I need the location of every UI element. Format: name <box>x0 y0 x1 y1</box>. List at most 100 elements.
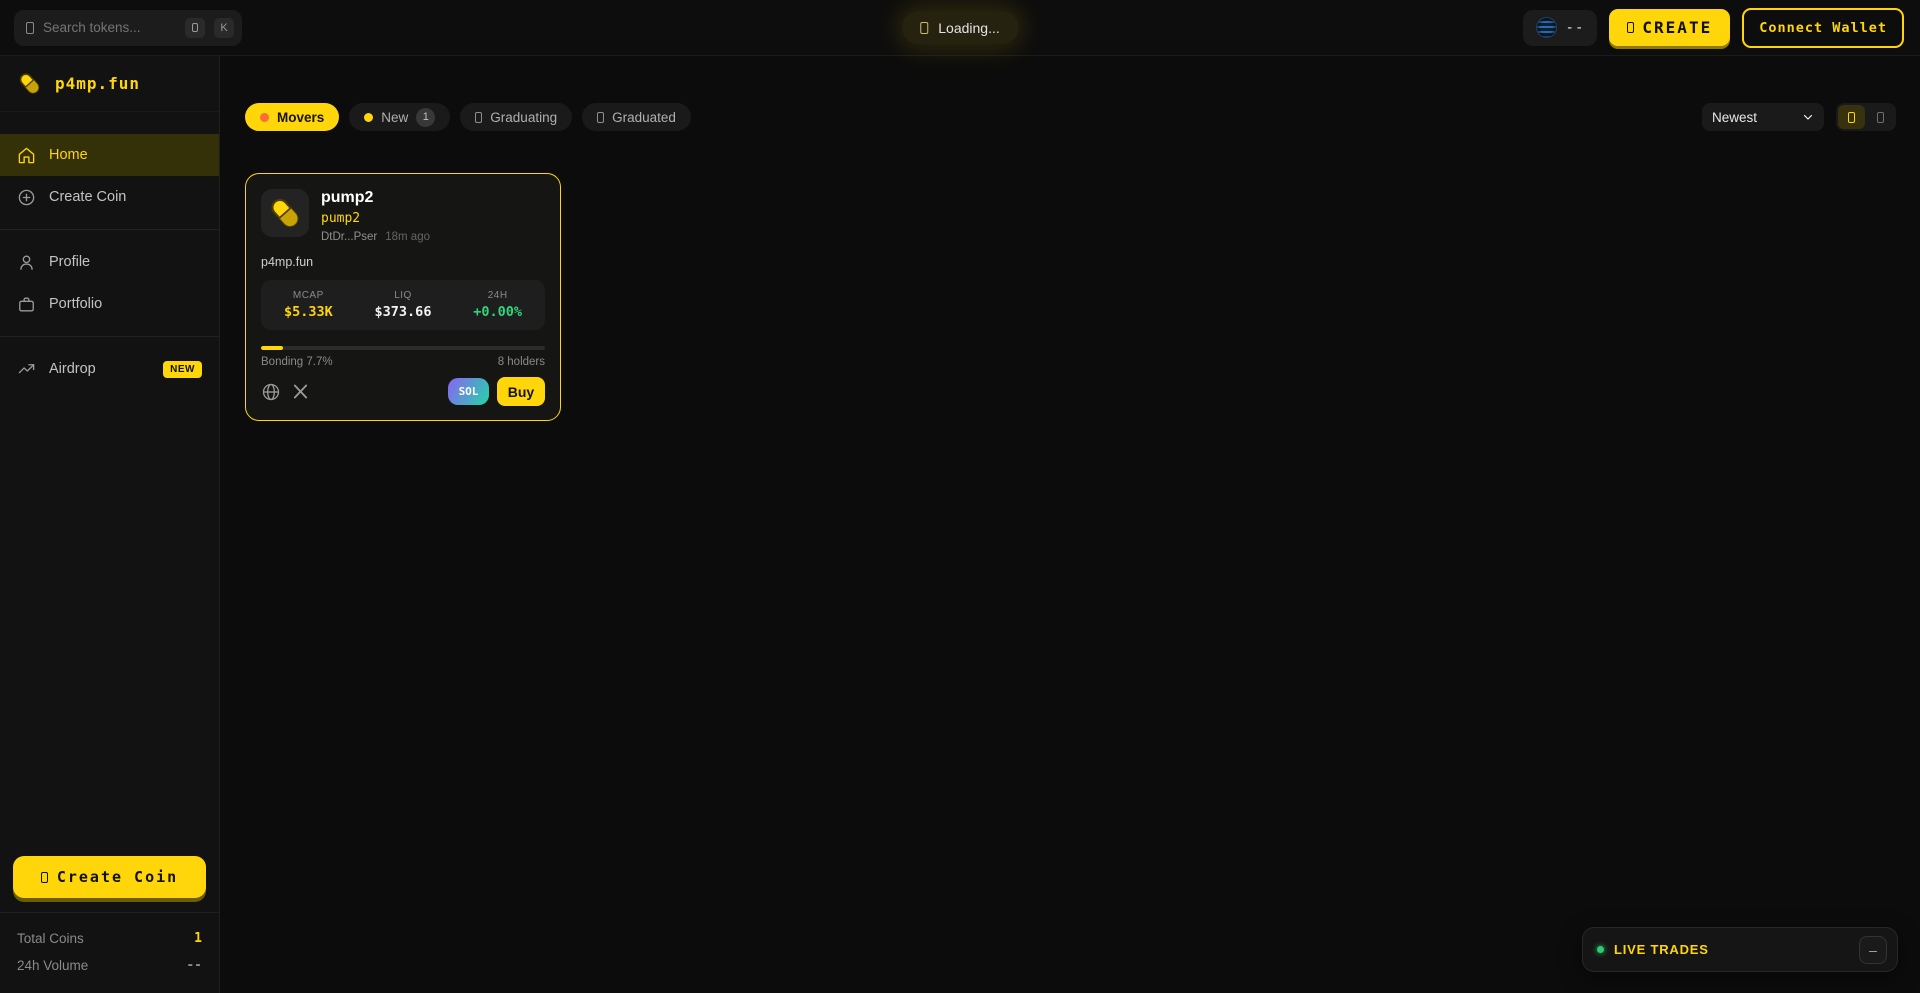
token-age: 18m ago <box>385 231 430 243</box>
search-box[interactable]: K <box>14 10 242 46</box>
topbar-actions: -- CREATE Connect Wallet <box>1523 8 1904 48</box>
network-globe-icon <box>1536 17 1557 38</box>
token-name: pump2 <box>321 189 430 207</box>
bonding-label: Bonding 7.7% <box>261 356 333 368</box>
sidebar-item-create-coin[interactable]: Create Coin <box>0 176 219 218</box>
token-card-footer: SOL Buy <box>261 377 545 406</box>
sidebar-item-label: Home <box>49 147 88 163</box>
logo-text: p4mp.fun <box>55 74 140 93</box>
main-content: Movers New 1 Graduating Graduated Newest <box>220 56 1920 993</box>
tab-label: New <box>381 110 408 125</box>
token-avatar <box>261 189 309 237</box>
volume-value: -- <box>186 958 202 973</box>
filter-tabs: Movers New 1 Graduating Graduated <box>245 103 691 131</box>
total-coins-label: Total Coins <box>17 931 84 946</box>
stat-label: 24H <box>488 290 508 301</box>
token-meta: DtDr...Pser 18m ago <box>321 231 430 243</box>
token-card[interactable]: pump2 pump2 DtDr...Pser 18m ago p4mp.fun… <box>245 173 561 421</box>
cmd-key-icon <box>185 18 205 38</box>
tab-graduating[interactable]: Graduating <box>460 103 572 131</box>
loading-text: Loading... <box>938 20 1000 36</box>
loading-indicator: Loading... <box>902 11 1018 44</box>
volume-row: 24h Volume -- <box>17 952 202 979</box>
stat-value: $373.66 <box>375 304 432 320</box>
tab-label: Graduated <box>612 110 676 125</box>
create-coin-button-label: Create Coin <box>57 868 178 886</box>
new-count-badge: 1 <box>416 108 435 127</box>
balance-pill[interactable]: -- <box>1523 10 1598 46</box>
website-globe-icon[interactable] <box>261 382 281 402</box>
bonding-fill <box>261 346 283 350</box>
graduated-icon <box>597 112 604 123</box>
briefcase-icon <box>17 295 36 314</box>
new-badge: NEW <box>163 361 202 378</box>
create-button-label: CREATE <box>1642 18 1712 37</box>
create-button[interactable]: CREATE <box>1609 9 1730 46</box>
stat-value: $5.33K <box>284 304 333 320</box>
sidebar-item-home[interactable]: Home <box>0 134 219 176</box>
sidebar-bottom: Create Coin Total Coins 1 24h Volume -- <box>0 856 219 993</box>
graduating-icon <box>475 112 482 123</box>
pill-icon <box>41 872 48 883</box>
sidebar: p4mp.fun Home Create Coin Profile Portfo… <box>0 56 220 993</box>
topbar: K Loading... -- CREATE Connect Wallet <box>0 0 1920 56</box>
social-links <box>261 382 309 402</box>
bell-icon <box>920 22 928 34</box>
trending-up-icon <box>17 360 36 379</box>
sidebar-item-airdrop[interactable]: Airdrop NEW <box>0 348 219 390</box>
token-pill-image <box>267 195 303 231</box>
buy-button[interactable]: Buy <box>497 377 545 406</box>
list-view-button[interactable] <box>1867 105 1894 129</box>
tab-movers[interactable]: Movers <box>245 103 339 131</box>
token-card-header: pump2 pump2 DtDr...Pser 18m ago <box>261 189 545 243</box>
new-dot-icon <box>364 113 373 122</box>
tab-label: Movers <box>277 110 324 125</box>
stat-label: MCAP <box>293 290 324 301</box>
grid-view-icon <box>1848 112 1855 123</box>
balance-value: -- <box>1566 20 1585 36</box>
token-stats: MCAP $5.33K LIQ $373.66 24H +0.00% <box>261 280 545 330</box>
sidebar-item-label: Portfolio <box>49 296 102 312</box>
sidebar-item-label: Profile <box>49 254 90 270</box>
minimize-button[interactable]: – <box>1859 936 1887 964</box>
k-key: K <box>214 18 234 38</box>
search-icon <box>26 22 34 34</box>
sidebar-nav: Home Create Coin Profile Portfolio Airdr… <box>0 134 219 390</box>
sol-chain-badge: SOL <box>448 378 489 405</box>
stat-mcap: MCAP $5.33K <box>261 280 356 330</box>
stat-value: +0.00% <box>473 304 522 320</box>
creator-address[interactable]: DtDr...Pser <box>321 231 377 243</box>
stat-label: LIQ <box>394 290 412 301</box>
movers-dot-icon <box>260 113 269 122</box>
grid-view-button[interactable] <box>1838 105 1865 129</box>
bonding-row: Bonding 7.7% 8 holders <box>261 356 545 368</box>
sidebar-item-label: Create Coin <box>49 189 126 205</box>
tab-graduated[interactable]: Graduated <box>582 103 691 131</box>
token-symbol: pump2 <box>321 211 430 226</box>
live-trades-title: LIVE TRADES <box>1614 942 1709 957</box>
create-coin-button[interactable]: Create Coin <box>13 856 206 898</box>
logo[interactable]: p4mp.fun <box>0 56 219 112</box>
connect-wallet-button[interactable]: Connect Wallet <box>1742 8 1904 48</box>
user-icon <box>17 253 36 272</box>
sort-selected-value: Newest <box>1712 110 1757 125</box>
holders-count: 8 holders <box>498 356 545 368</box>
plus-circle-icon <box>17 188 36 207</box>
x-twitter-icon[interactable] <box>292 383 309 400</box>
divider <box>0 336 219 337</box>
pill-logo-icon <box>16 70 43 97</box>
search-input[interactable] <box>43 20 176 35</box>
stat-liq: LIQ $373.66 <box>356 280 451 330</box>
sidebar-item-label: Airdrop <box>49 361 96 377</box>
tab-label: Graduating <box>490 110 557 125</box>
bonding-progress-bar <box>261 346 545 350</box>
live-trades-panel: LIVE TRADES – <box>1582 927 1898 972</box>
tab-new[interactable]: New 1 <box>349 103 450 131</box>
sidebar-stats: Total Coins 1 24h Volume -- <box>0 912 219 993</box>
sidebar-item-portfolio[interactable]: Portfolio <box>0 283 219 325</box>
live-status-dot <box>1597 946 1604 953</box>
token-description: p4mp.fun <box>261 255 545 269</box>
sort-select[interactable]: Newest <box>1702 103 1824 131</box>
sidebar-item-profile[interactable]: Profile <box>0 241 219 283</box>
list-view-icon <box>1877 112 1884 123</box>
